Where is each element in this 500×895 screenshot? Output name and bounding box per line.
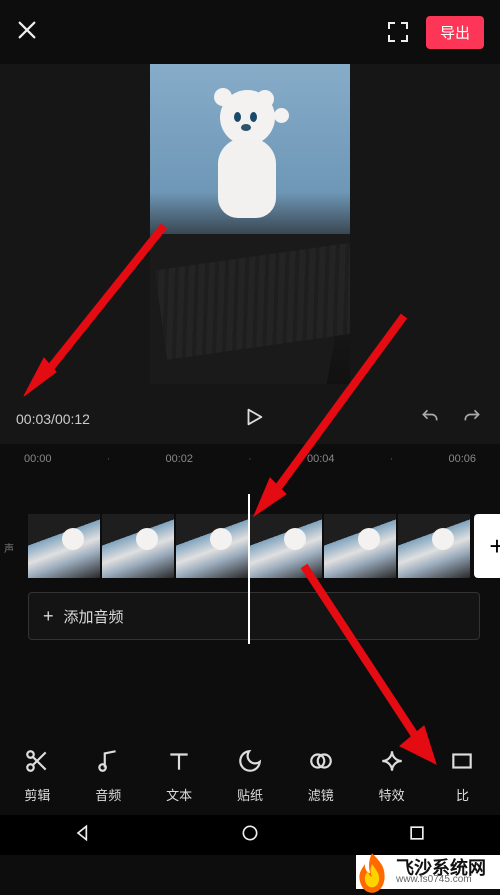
video-track[interactable]: + — [0, 514, 500, 580]
overlap-circles-icon — [308, 748, 334, 777]
tool-label: 文本 — [166, 785, 192, 804]
ratio-icon — [449, 748, 475, 777]
close-icon[interactable] — [16, 17, 38, 48]
clip-thumbnail[interactable] — [250, 514, 322, 578]
moon-icon — [237, 748, 263, 777]
add-clip-button[interactable]: + — [474, 514, 500, 578]
plus-icon: + — [43, 606, 54, 627]
tool-audio[interactable]: 音频 — [79, 748, 137, 804]
recent-icon[interactable] — [407, 823, 427, 848]
music-note-icon — [95, 748, 121, 777]
fullscreen-icon[interactable] — [386, 20, 410, 44]
clip-thumbnail[interactable] — [324, 514, 396, 578]
clip-thumbnail[interactable] — [398, 514, 470, 578]
playhead[interactable] — [248, 494, 250, 644]
tool-label: 剪辑 — [24, 785, 50, 804]
scissors-icon — [24, 748, 50, 777]
tool-edit[interactable]: 剪辑 — [8, 748, 66, 804]
clip-thumbnail[interactable] — [176, 514, 248, 578]
tool-label: 贴纸 — [237, 785, 263, 804]
tool-label: 音频 — [95, 785, 121, 804]
export-button[interactable]: 导出 — [426, 16, 484, 49]
back-icon[interactable] — [73, 823, 93, 848]
clip-thumbnail[interactable] — [28, 514, 100, 578]
add-audio-button[interactable]: + 添加音频 — [28, 592, 480, 640]
redo-icon[interactable] — [460, 407, 484, 432]
tool-filter[interactable]: 滤镜 — [292, 748, 350, 804]
tool-text[interactable]: 文本 — [150, 748, 208, 804]
add-audio-label: 添加音频 — [64, 606, 124, 627]
play-icon[interactable] — [243, 406, 265, 433]
tool-effect[interactable]: 特效 — [363, 748, 421, 804]
tool-label: 特效 — [379, 785, 405, 804]
video-preview[interactable] — [0, 64, 500, 394]
home-icon[interactable] — [240, 823, 260, 848]
tool-ratio[interactable]: 比 — [433, 748, 491, 804]
undo-icon[interactable] — [418, 407, 442, 432]
tool-label: 滤镜 — [308, 785, 334, 804]
tool-sticker[interactable]: 贴纸 — [221, 748, 279, 804]
timeline-ruler[interactable]: 00:00 · 00:02 · 00:04 · 00:06 — [0, 444, 500, 474]
watermark: 飞沙系统网 www.fs0745.com — [356, 855, 500, 889]
clip-thumbnail[interactable] — [102, 514, 174, 578]
android-navbar — [0, 815, 500, 855]
star-icon — [379, 748, 405, 777]
tool-label: 比 — [456, 785, 469, 804]
playback-time: 00:03/00:12 — [16, 411, 90, 427]
text-icon — [166, 748, 192, 777]
bottom-toolbar: 剪辑 音频 文本 贴纸 滤镜 特效 比 — [0, 737, 500, 815]
track-label: 声 — [4, 540, 14, 555]
